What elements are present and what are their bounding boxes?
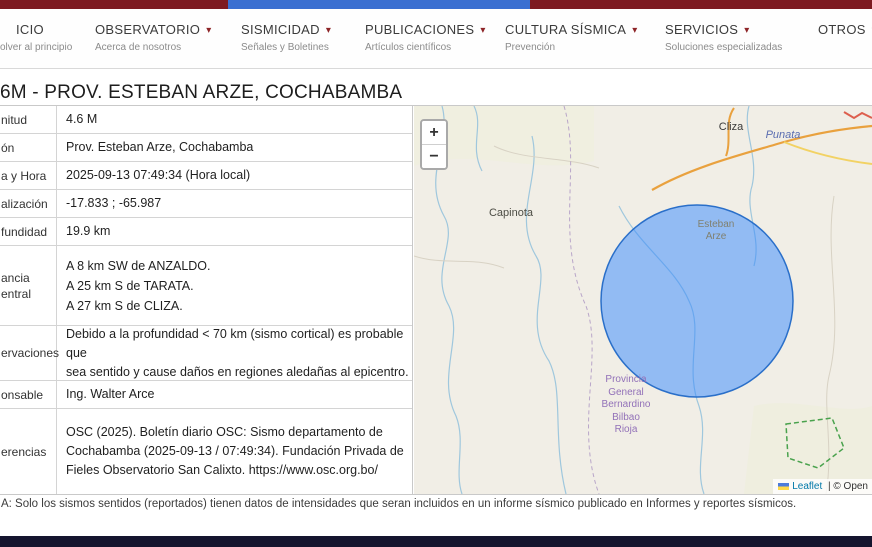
table-row: ancia entral A 8 km SW de ANZALDO. A 25 … [0,246,412,326]
map-zoom-control: + − [420,119,448,170]
nav-item-servicios[interactable]: SERVICIOS ▾ Soluciones especializadas [665,9,782,68]
nav-item-otros[interactable]: OTROS▾ [818,9,872,68]
seismic-note: A: Solo los sismos sentidos (reportados)… [1,498,797,510]
chevron-down-icon: ▾ [744,25,750,36]
nav-item-sublabel: olver al principio [0,42,73,53]
table-row: ón Prov. Esteban Arze, Cochabamba [0,134,412,162]
row-label-referencias: erencias [0,409,57,494]
leaflet-map[interactable]: Capinota Esteban Arze Cliza Punata Provi… [414,106,872,494]
row-label-fecha-hora: a y Hora [0,162,57,189]
map-canvas [414,106,872,494]
nav-item-sismicidad[interactable]: SISMICIDAD ▾ Señales y Boletines [241,9,331,68]
observations-value: Debido a la profundidad < 70 km (sismo c… [66,326,409,379]
nav-item-cultura-sismica[interactable]: CULTURA SÍSMICA ▾ Prevención [505,9,638,68]
location-value: Prov. Esteban Arze, Cochabamba [66,140,254,154]
table-row: nitud 4.6 M [0,106,412,134]
epicentral-distance-value: A 8 km SW de ANZALDO. A 25 km S de TARAT… [66,258,211,313]
table-row: ervaciones Debido a la profundidad < 70 … [0,326,412,381]
depth-value: 19.9 km [66,224,111,238]
nav-item-sublabel: Acerca de nosotros [95,42,182,53]
chevron-down-icon: ▾ [325,25,332,36]
attribution-text: | © Open [825,481,868,492]
nav-item-label: OTROS [818,22,866,37]
nav-item-sublabel: Artículos científicos [365,42,452,53]
nav-item-label: OBSERVATORIO [95,22,201,37]
nav-item-observatorio[interactable]: OBSERVATORIO ▾ Acerca de nosotros [95,9,212,68]
nav-item-label: CULTURA SÍSMICA [505,22,627,37]
epicenter-circle[interactable] [600,204,794,398]
row-label-magnitud: nitud [0,106,57,133]
top-blue-bar [228,0,530,9]
chevron-down-icon: ▾ [206,25,212,36]
earthquake-details-table: nitud 4.6 M ón Prov. Esteban Arze, Cocha… [0,106,413,494]
row-label-ubicacion: ón [0,134,57,161]
nav-item-publicaciones[interactable]: PUBLICACIONES ▾ Artículos científicos [365,9,486,68]
content-area: nitud 4.6 M ón Prov. Esteban Arze, Cocha… [0,105,872,495]
row-label-observaciones: ervaciones [0,326,59,380]
zoom-in-button[interactable]: + [422,121,446,145]
main-nav: ICIO olver al principio OBSERVATORIO ▾ Ac… [0,9,872,69]
zoom-out-button[interactable]: − [422,145,446,168]
row-label-distancia-epicentral: ancia entral [0,246,57,325]
table-row: fundidad 19.9 km [0,218,412,246]
chevron-down-icon: ▾ [632,25,638,36]
map-attribution: Leaflet | © Open [773,479,872,494]
datetime-value: 2025-09-13 07:49:34 (Hora local) [66,168,251,182]
table-row: onsable Ing. Walter Arce [0,381,412,409]
leaflet-link[interactable]: Leaflet [792,481,822,492]
references-value: OSC (2025). Boletín diario OSC: Sismo de… [66,425,404,477]
nav-item-inicio[interactable]: ICIO olver al principio [0,9,72,68]
nav-item-label: ICIO [16,22,44,37]
nav-item-label: SISMICIDAD [241,22,320,37]
nav-item-label: PUBLICACIONES [365,22,475,37]
nav-item-sublabel: Señales y Boletines [241,42,329,53]
magnitude-value: 4.6 M [66,112,98,126]
nav-item-sublabel: Soluciones especializadas [665,42,783,53]
responsible-value: Ing. Walter Arce [66,387,155,401]
footer-bar [0,536,872,547]
page-title: 6M - PROV. ESTEBAN ARZE, COCHABAMBA [0,82,403,103]
chevron-down-icon: ▾ [480,25,486,36]
coordinates-value: -17.833 ; -65.987 [66,196,162,210]
row-label-localizacion: alización [0,190,57,217]
table-row: alización -17.833 ; -65.987 [0,190,412,218]
nav-item-label: SERVICIOS [665,22,739,37]
table-row: erencias OSC (2025). Boletín diario OSC:… [0,409,412,494]
row-label-profundidad: fundidad [0,218,57,245]
table-row: a y Hora 2025-09-13 07:49:34 (Hora local… [0,162,412,190]
nav-item-sublabel: Prevención [505,42,556,53]
row-label-responsable: onsable [0,381,57,408]
ukraine-flag-icon [778,483,790,490]
